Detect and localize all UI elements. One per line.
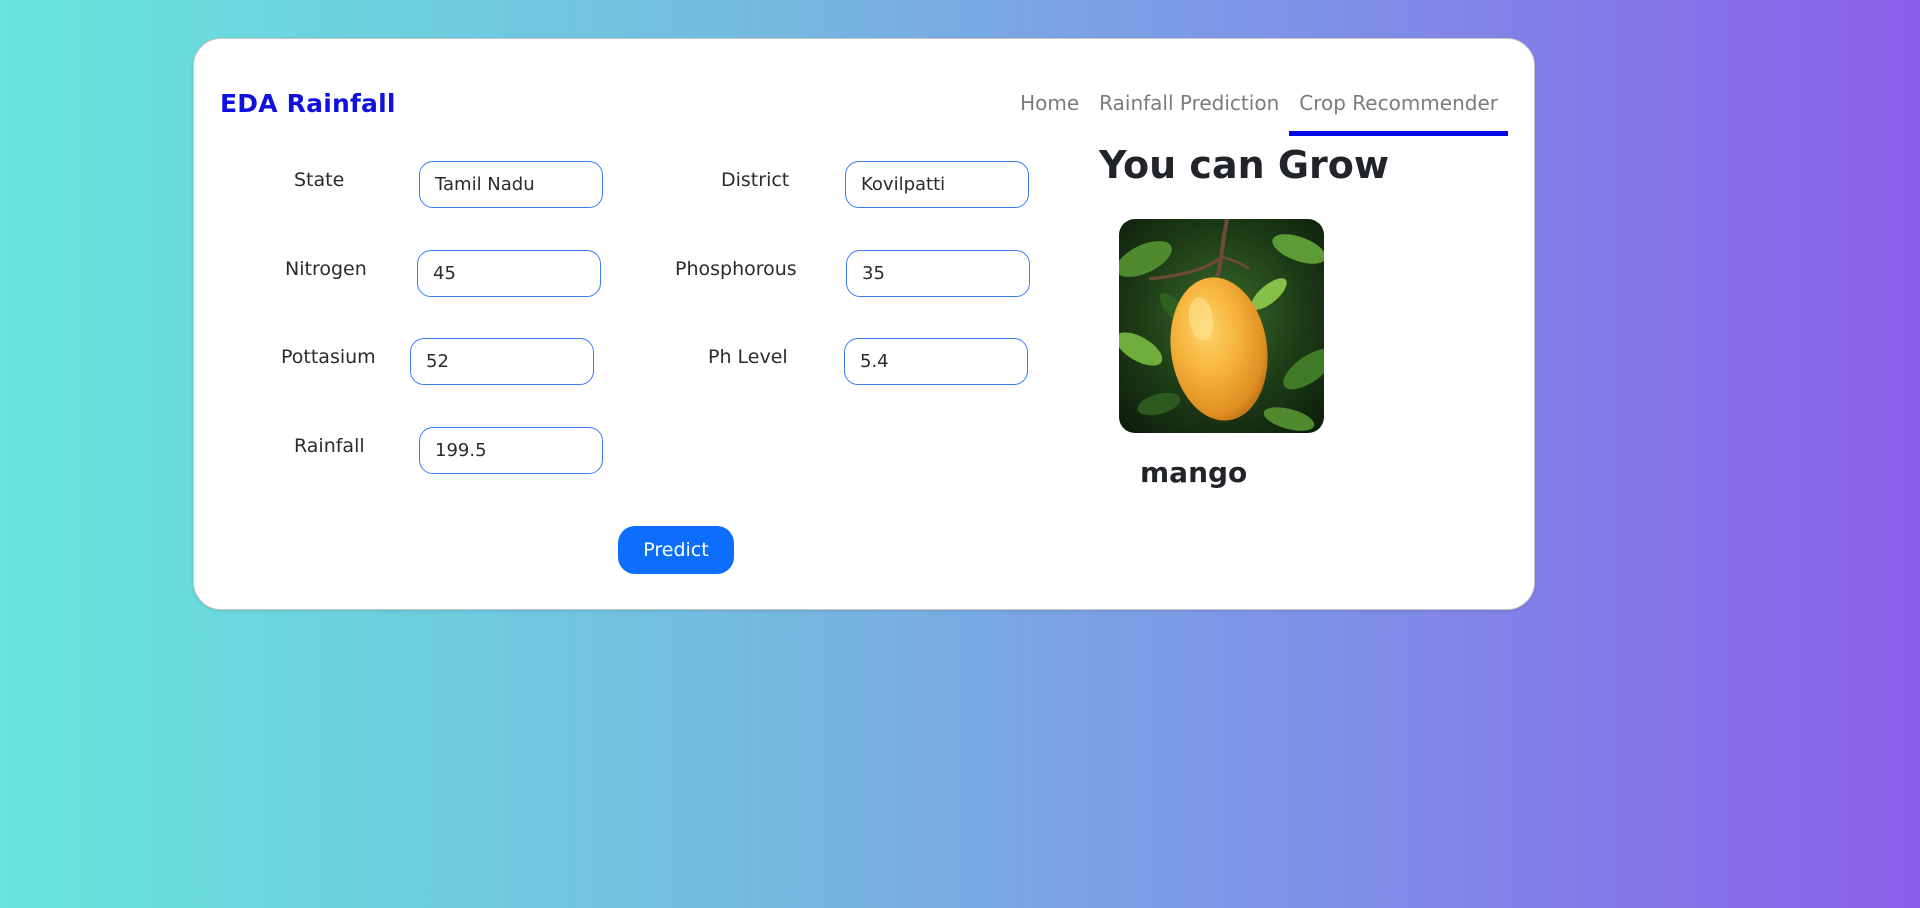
nav-home[interactable]: Home [1010,91,1089,136]
ph-level-input[interactable] [844,338,1028,385]
pottasium-label: Pottasium [281,346,376,368]
nav-rainfall-prediction[interactable]: Rainfall Prediction [1089,91,1289,136]
pottasium-input[interactable] [410,338,594,385]
ph-level-label: Ph Level [708,346,788,368]
state-label: State [294,169,345,191]
phosphorous-input[interactable] [846,250,1030,297]
predict-button[interactable]: Predict [618,526,734,574]
nitrogen-input[interactable] [417,250,601,297]
rainfall-input[interactable] [419,427,603,474]
crop-name: mango [1140,456,1248,489]
main-card: EDA Rainfall Home Rainfall Prediction Cr… [193,38,1535,610]
mango-image [1119,219,1324,433]
phosphorous-label: Phosphorous [675,258,797,280]
top-nav: Home Rainfall Prediction Crop Recommende… [1010,91,1508,136]
rainfall-label: Rainfall [294,435,365,457]
district-label: District [721,169,790,191]
nitrogen-label: Nitrogen [285,258,367,280]
nav-crop-recommender[interactable]: Crop Recommender [1289,91,1508,136]
result-heading: You can Grow [1099,143,1390,187]
district-input[interactable] [845,161,1029,208]
brand-logo[interactable]: EDA Rainfall [220,89,396,118]
state-input[interactable] [419,161,603,208]
